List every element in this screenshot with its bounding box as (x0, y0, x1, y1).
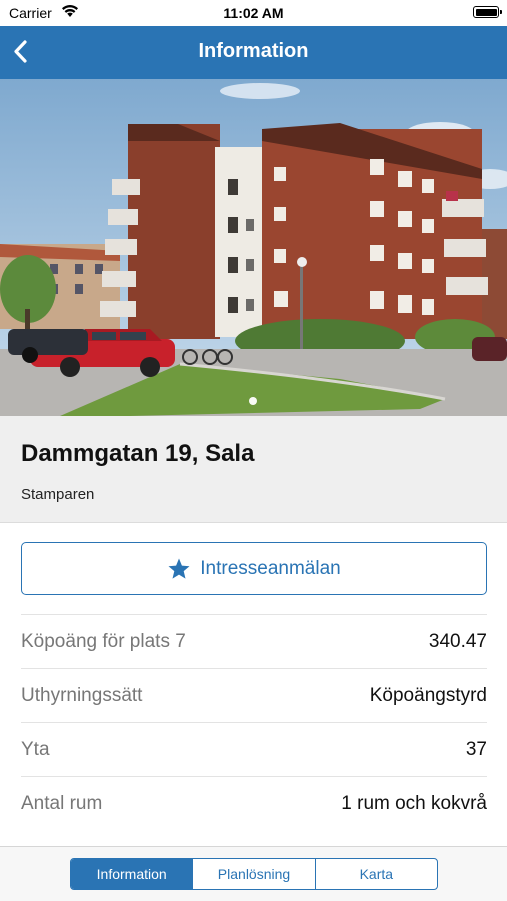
area-name: Stamparen (21, 486, 95, 503)
star-icon (168, 558, 190, 579)
tab-floor-plan[interactable]: Planlösning (192, 859, 314, 889)
detail-label: Yta (21, 739, 50, 760)
detail-value: 1 rum och kokvrå (341, 793, 487, 814)
clock: 11:02 AM (223, 5, 284, 21)
detail-value: 37 (465, 739, 487, 760)
page-indicator-dot (249, 397, 257, 405)
navigation-bar: Information (0, 26, 507, 79)
detail-row-rooms: Antal rum 1 rum och kokvrå (21, 776, 487, 831)
detail-label: Antal rum (21, 793, 103, 814)
detail-row-points: Köpoäng för plats 7 340.47 (21, 614, 487, 669)
detail-row-area: Yta 37 (21, 722, 487, 777)
detail-value: 340.47 (428, 631, 487, 652)
tab-map[interactable]: Karta (314, 859, 437, 889)
apartment-building-photo[interactable] (0, 79, 507, 416)
detail-label: Köpoäng för plats 7 (21, 631, 186, 652)
page-title: Information (198, 40, 309, 62)
segmented-control: Information Planlösning Karta (70, 858, 438, 890)
address-title: Dammgatan 19, Sala (21, 440, 255, 467)
tab-information[interactable]: Information (71, 859, 193, 889)
detail-label: Uthyrningssätt (21, 685, 143, 706)
status-bar: Carrier 11:02 AM (0, 0, 507, 26)
battery-icon (473, 6, 502, 18)
bottom-tab-bar: Information Planlösning Karta (0, 846, 507, 901)
detail-value: Köpoängstyrd (369, 685, 487, 706)
interest-registration-button[interactable]: Intresseanmälan (21, 542, 487, 595)
detail-row-rental-method: Uthyrningssätt Köpoängstyrd (21, 668, 487, 723)
interest-button-label: Intresseanmälan (200, 557, 341, 579)
address-section: Dammgatan 19, Sala Stamparen (0, 416, 507, 523)
